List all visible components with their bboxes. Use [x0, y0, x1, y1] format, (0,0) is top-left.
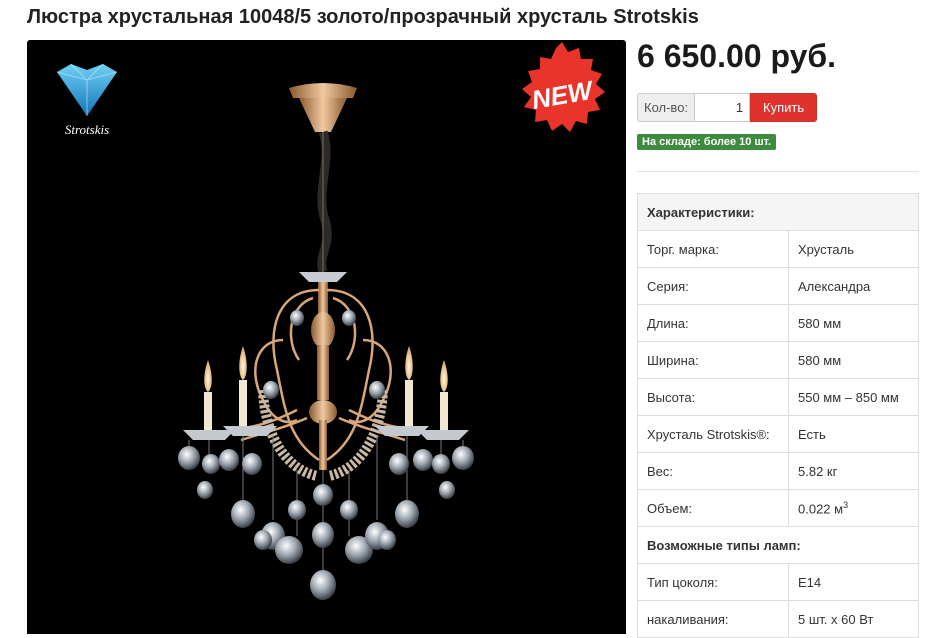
table-row: Вес: 5.82 кг — [637, 452, 919, 490]
spec-value: E14 — [788, 563, 919, 601]
lamp-header-row: Возможные типы ламп: — [637, 526, 919, 564]
spec-value-volume: 0.022 м3 — [788, 489, 919, 527]
spec-key: накаливания: — [637, 600, 789, 638]
spec-value: Александра — [788, 267, 919, 305]
quantity-label: Кол-во: — [637, 93, 695, 122]
table-row: Высота: 550 мм – 850 мм — [637, 378, 919, 416]
spec-key: Ширина: — [637, 341, 789, 379]
brand-logo-text: Strotskis — [65, 122, 109, 137]
spec-value: Хрусталь — [788, 230, 919, 268]
spec-key: Длина: — [637, 304, 789, 342]
table-row: Хрусталь Strotskis®: Есть — [637, 415, 919, 453]
spec-value: 5 шт. x 60 Вт — [788, 600, 919, 638]
spec-key: Тип цоколя: — [637, 563, 789, 601]
spec-key: Серия: — [637, 267, 789, 305]
chandelier-image: Strotskis NEW — [56, 42, 605, 600]
table-row: Торг. марка: Хрусталь — [637, 230, 919, 268]
spec-value: 0.022 м — [798, 501, 844, 517]
table-row: Объем: 0.022 м3 — [637, 489, 919, 527]
spec-value: Есть — [788, 415, 919, 453]
product-title: Люстра хрустальная 10048/5 золото/прозра… — [27, 6, 699, 28]
spec-key: Хрусталь Strotskis®: — [637, 415, 789, 453]
table-row: Длина: 580 мм — [637, 304, 919, 342]
specs-header: Характеристики: — [637, 193, 919, 231]
spec-value-sup: 3 — [843, 499, 849, 510]
quantity-input[interactable] — [694, 93, 751, 122]
spec-value: 550 мм – 850 мм — [788, 378, 919, 416]
buy-button[interactable]: Купить — [750, 93, 818, 122]
brand-logo: Strotskis — [56, 63, 118, 137]
stock-badge: На складе: более 10 шт. — [637, 134, 777, 150]
new-badge: NEW — [522, 42, 605, 132]
spec-key: Объем: — [637, 489, 789, 527]
specs-table: Характеристики: Торг. марка: Хрусталь Се… — [637, 193, 919, 638]
divider — [637, 171, 919, 172]
table-row: Серия: Александра — [637, 267, 919, 305]
spec-key: Торг. марка: — [637, 230, 789, 268]
spec-key: Вес: — [637, 452, 789, 490]
table-row: Тип цоколя: E14 — [637, 563, 919, 601]
lamp-header: Возможные типы ламп: — [637, 526, 919, 564]
spec-value: 580 мм — [788, 341, 919, 379]
specs-header-row: Характеристики: — [637, 193, 919, 231]
product-photo[interactable]: Strotskis NEW — [27, 40, 626, 634]
spec-value: 580 мм — [788, 304, 919, 342]
spec-value: 5.82 кг — [788, 452, 919, 490]
buy-form: Кол-во: Купить — [637, 93, 818, 122]
spec-key: Высота: — [637, 378, 789, 416]
product-price: 6 650.00 руб. — [637, 38, 837, 74]
table-row: Ширина: 580 мм — [637, 341, 919, 379]
table-row: накаливания: 5 шт. x 60 Вт — [637, 600, 919, 638]
